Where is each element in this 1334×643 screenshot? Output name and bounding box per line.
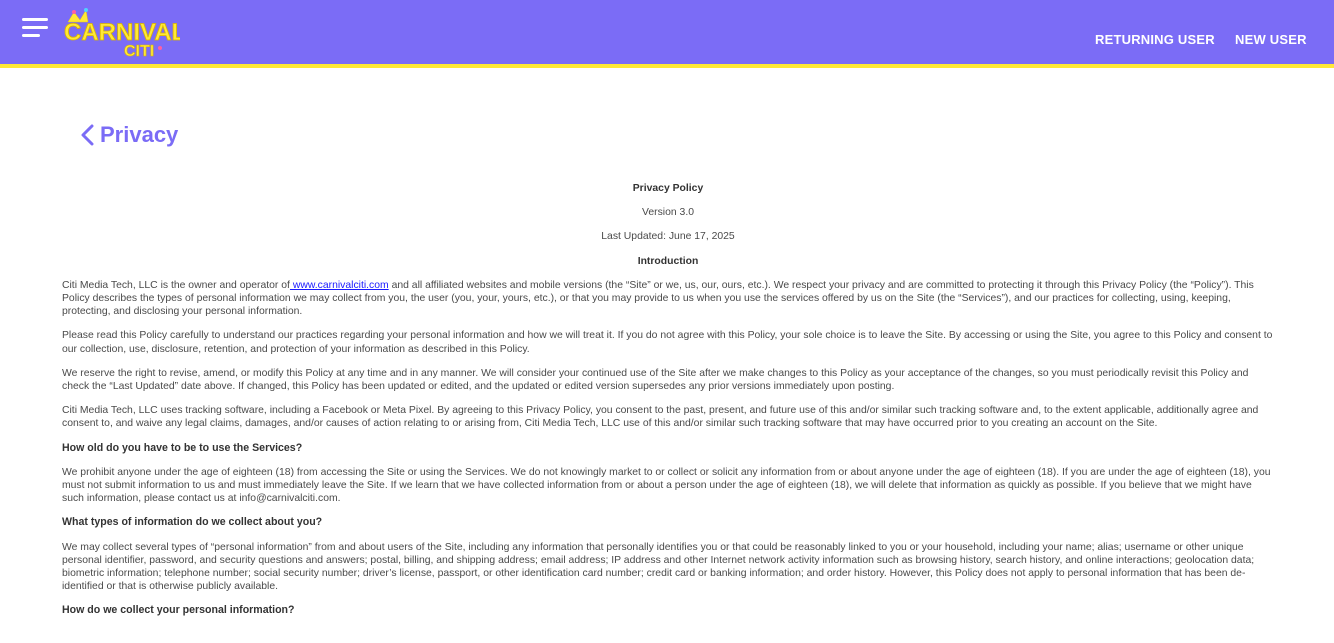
- new-user-link[interactable]: NEW USER: [1235, 32, 1307, 47]
- intro-paragraph: Citi Media Tech, LLC is the owner and op…: [62, 279, 1274, 319]
- policy-heading: Privacy Policy: [632, 183, 704, 194]
- heading-info-types: What types of information do we collect …: [62, 516, 323, 529]
- logo-text-bottom: CITI: [124, 43, 154, 58]
- policy-document: Privacy Policy Version 3.0 Last Updated:…: [62, 182, 1274, 629]
- top-header: CARNIVAL CITI RETURNING USER NEW USER: [0, 0, 1334, 68]
- paragraph-info-types: We may collect several types of “persona…: [62, 541, 1255, 593]
- paragraph-tracking: Citi Media Tech, LLC uses tracking softw…: [62, 405, 1259, 430]
- heading-age: How old do you have to be to use the Ser…: [62, 441, 303, 454]
- page-title: Privacy: [100, 122, 179, 147]
- returning-user-link[interactable]: RETURNING USER: [1095, 32, 1215, 47]
- intro-text-a: Citi Media Tech, LLC is the owner and op…: [62, 279, 290, 291]
- carnival-citi-logo[interactable]: CARNIVAL CITI: [62, 8, 180, 58]
- heading-collection: How do we collect your personal informat…: [62, 604, 295, 617]
- intro-heading: Introduction: [637, 255, 699, 267]
- policy-version: Version 3.0: [642, 207, 694, 219]
- chevron-left-icon: [81, 124, 94, 146]
- site-link[interactable]: www.carnivalciti.com: [290, 280, 389, 291]
- policy-last-updated: Last Updated: June 17, 2025: [601, 231, 735, 243]
- paragraph-read-policy: Please read this Policy carefully to und…: [62, 330, 1273, 355]
- back-button[interactable]: Privacy: [80, 122, 178, 148]
- hamburger-menu-icon[interactable]: [22, 18, 48, 40]
- paragraph-age: We prohibit anyone under the age of eigh…: [62, 466, 1271, 505]
- logo-text-top: CARNIVAL: [64, 19, 180, 46]
- paragraph-revisions: We reserve the right to revise, amend, o…: [62, 367, 1249, 393]
